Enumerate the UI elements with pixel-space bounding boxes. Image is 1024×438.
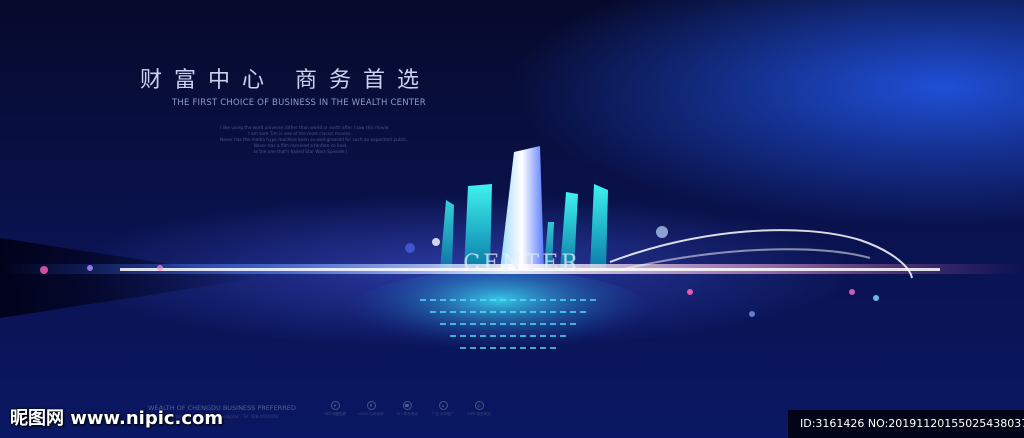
body-line: as the one that's hailed Star Wars Episo… xyxy=(253,150,347,155)
site-watermark: 昵图网 www.nipic.com xyxy=(10,408,224,429)
location-icon: ⌖ xyxy=(330,401,340,410)
poster-canvas: CENTER 财富中心 商务首选 THE FIRST CHOICE OF BUS… xyxy=(0,0,1024,438)
footer-item: ◎ WEB 官方网站 xyxy=(466,401,492,417)
body-text-block: I like using the word universe rather th… xyxy=(220,126,408,156)
price-icon: ¥ xyxy=(366,401,376,410)
icon-label: TEL 联系电话 xyxy=(396,412,418,416)
icon-label: LOGO 公司名称 xyxy=(358,412,384,416)
footer-icon-row: ⌖ TBD 地图查看 ¥ LOGO 公司名称 ☎ TEL 联系电话 ⌂ 广告 合… xyxy=(322,401,492,417)
image-id-bar: ID:3161426 NO:20191120155025438037 xyxy=(788,410,1024,438)
icon-label: 广告 合作推广 xyxy=(431,412,455,416)
home-icon: ⌂ xyxy=(438,401,448,410)
center-word: CENTER xyxy=(463,251,580,276)
footer-item: ⌖ TBD 地图查看 xyxy=(322,401,348,417)
icon-label: WEB 官方网站 xyxy=(467,412,491,416)
icon-label: TBD 地图查看 xyxy=(323,412,347,416)
water-reflection xyxy=(340,270,660,370)
footer-item: ⌂ 广告 合作推广 xyxy=(430,401,456,417)
dark-wedge-left xyxy=(0,238,260,318)
footer-item: ☎ TEL 联系电话 xyxy=(394,401,420,417)
footer-item: ¥ LOGO 公司名称 xyxy=(358,401,384,417)
phone-icon: ☎ xyxy=(402,401,412,410)
subheadline: THE FIRST CHOICE OF BUSINESS IN THE WEAL… xyxy=(172,98,426,108)
web-icon: ◎ xyxy=(474,401,484,410)
headline: 财富中心 商务首选 xyxy=(140,68,431,93)
